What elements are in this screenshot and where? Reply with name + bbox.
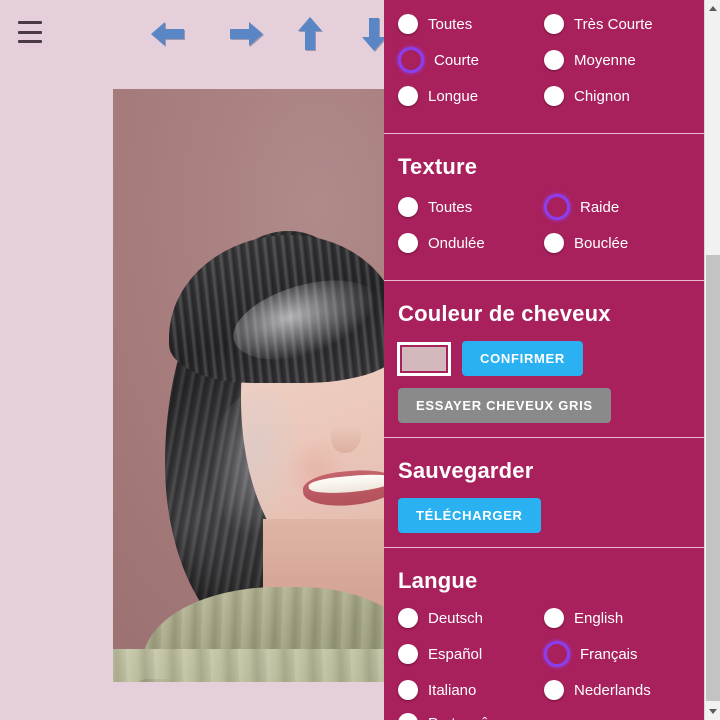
toolbar [0, 0, 386, 66]
hamburger-menu-icon[interactable] [18, 21, 42, 43]
download-button[interactable]: TÉLÉCHARGER [398, 498, 541, 533]
confirm-button[interactable]: CONFIRMER [462, 341, 584, 376]
length-option-courte[interactable]: Courte [398, 47, 544, 73]
arrow-up-icon[interactable] [288, 12, 332, 56]
hair-color-row: CONFIRMER [397, 341, 690, 376]
section-texture: Texture Toutes Raide Ondulée Bouclée [384, 134, 704, 281]
scroll-down-glyph [709, 709, 717, 714]
hamburger-line [18, 30, 42, 34]
scroll-up-glyph [709, 6, 717, 11]
length-option-toutes[interactable]: Toutes [398, 14, 544, 34]
radio-icon[interactable] [544, 680, 564, 700]
texture-option-bouclee[interactable]: Bouclée [544, 233, 690, 253]
shoulders [113, 649, 384, 682]
language-option-label: Português [428, 715, 496, 720]
texture-option-label: Raide [580, 198, 620, 216]
arrow-left-icon[interactable] [146, 12, 190, 56]
length-option-tres-courte[interactable]: Très Courte [544, 14, 690, 34]
radio-icon[interactable] [398, 233, 418, 253]
language-option-label: Deutsch [428, 609, 484, 627]
texture-title: Texture [398, 154, 478, 179]
arrow-right-icon[interactable] [224, 12, 268, 56]
texture-option-raide[interactable]: Raide [544, 194, 690, 220]
language-radio-group: Deutsch English Español Français Italian… [398, 608, 690, 720]
language-option-label: Español [428, 645, 483, 663]
language-option-francais[interactable]: Français [544, 641, 690, 667]
radio-icon[interactable] [398, 713, 418, 720]
hair-color-title: Couleur de cheveux [398, 301, 611, 326]
app-root: Toutes Très Courte Courte Moyenne Longue… [0, 0, 720, 720]
length-option-label: Courte [434, 51, 480, 69]
section-length: Toutes Très Courte Courte Moyenne Longue… [384, 0, 704, 134]
length-radio-group: Toutes Très Courte Courte Moyenne Longue… [398, 14, 690, 119]
radio-icon[interactable] [398, 608, 418, 628]
length-option-label: Longue [428, 87, 479, 105]
portrait-photo-canvas [113, 89, 384, 682]
texture-option-label: Toutes [428, 198, 473, 216]
radio-icon-selected[interactable] [544, 194, 570, 220]
texture-radio-group: Toutes Raide Ondulée Bouclée [398, 194, 690, 266]
texture-option-toutes[interactable]: Toutes [398, 194, 544, 220]
teeth [308, 472, 384, 496]
radio-icon[interactable] [544, 608, 564, 628]
language-option-label: Nederlands [574, 681, 651, 699]
radio-icon[interactable] [544, 86, 564, 106]
color-swatch-input[interactable] [397, 341, 451, 376]
hamburger-line [18, 40, 42, 43]
vertical-scrollbar[interactable] [704, 0, 720, 720]
texture-option-label: Bouclée [574, 234, 629, 252]
scroll-down-arrow-icon[interactable] [705, 703, 720, 720]
texture-option-ondulee[interactable]: Ondulée [398, 233, 544, 253]
scroll-up-arrow-icon[interactable] [705, 0, 720, 17]
radio-icon[interactable] [398, 86, 418, 106]
save-title: Sauvegarder [398, 458, 534, 483]
language-option-portugues[interactable]: Português [398, 713, 544, 720]
language-option-espanol[interactable]: Español [398, 641, 544, 667]
length-option-label: Moyenne [574, 51, 636, 69]
hamburger-line [18, 21, 42, 24]
language-option-english[interactable]: English [544, 608, 690, 628]
portrait-photo[interactable] [113, 89, 384, 682]
language-option-deutsch[interactable]: Deutsch [398, 608, 544, 628]
section-language: Langue Deutsch English Español Français … [384, 548, 704, 720]
language-title: Langue [398, 568, 478, 593]
length-option-label: Très Courte [574, 15, 653, 33]
radio-icon[interactable] [398, 644, 418, 664]
radio-icon[interactable] [544, 50, 564, 70]
language-option-italiano[interactable]: Italiano [398, 680, 544, 700]
language-option-nederlands[interactable]: Nederlands [544, 680, 690, 700]
radio-icon[interactable] [544, 14, 564, 34]
radio-icon-selected[interactable] [544, 641, 570, 667]
radio-icon-selected[interactable] [398, 47, 424, 73]
radio-icon[interactable] [544, 233, 564, 253]
workspace [0, 0, 386, 720]
section-hair-color: Couleur de cheveux CONFIRMER ESSAYER CHE… [384, 281, 704, 438]
radio-icon[interactable] [398, 680, 418, 700]
language-option-label: English [574, 609, 624, 627]
radio-icon[interactable] [398, 197, 418, 217]
length-option-chignon[interactable]: Chignon [544, 86, 690, 106]
texture-option-label: Ondulée [428, 234, 485, 252]
radio-icon[interactable] [398, 14, 418, 34]
length-option-moyenne[interactable]: Moyenne [544, 47, 690, 73]
try-gray-hair-button[interactable]: ESSAYER CHEVEUX GRIS [398, 388, 611, 423]
length-option-label: Chignon [574, 87, 630, 105]
section-save: Sauvegarder TÉLÉCHARGER [384, 438, 704, 548]
length-option-longue[interactable]: Longue [398, 86, 544, 106]
scrollbar-thumb[interactable] [706, 255, 720, 701]
settings-panel: Toutes Très Courte Courte Moyenne Longue… [384, 0, 704, 720]
language-option-label: Italiano [428, 681, 477, 699]
length-option-label: Toutes [428, 15, 473, 33]
language-option-label: Français [580, 645, 638, 663]
